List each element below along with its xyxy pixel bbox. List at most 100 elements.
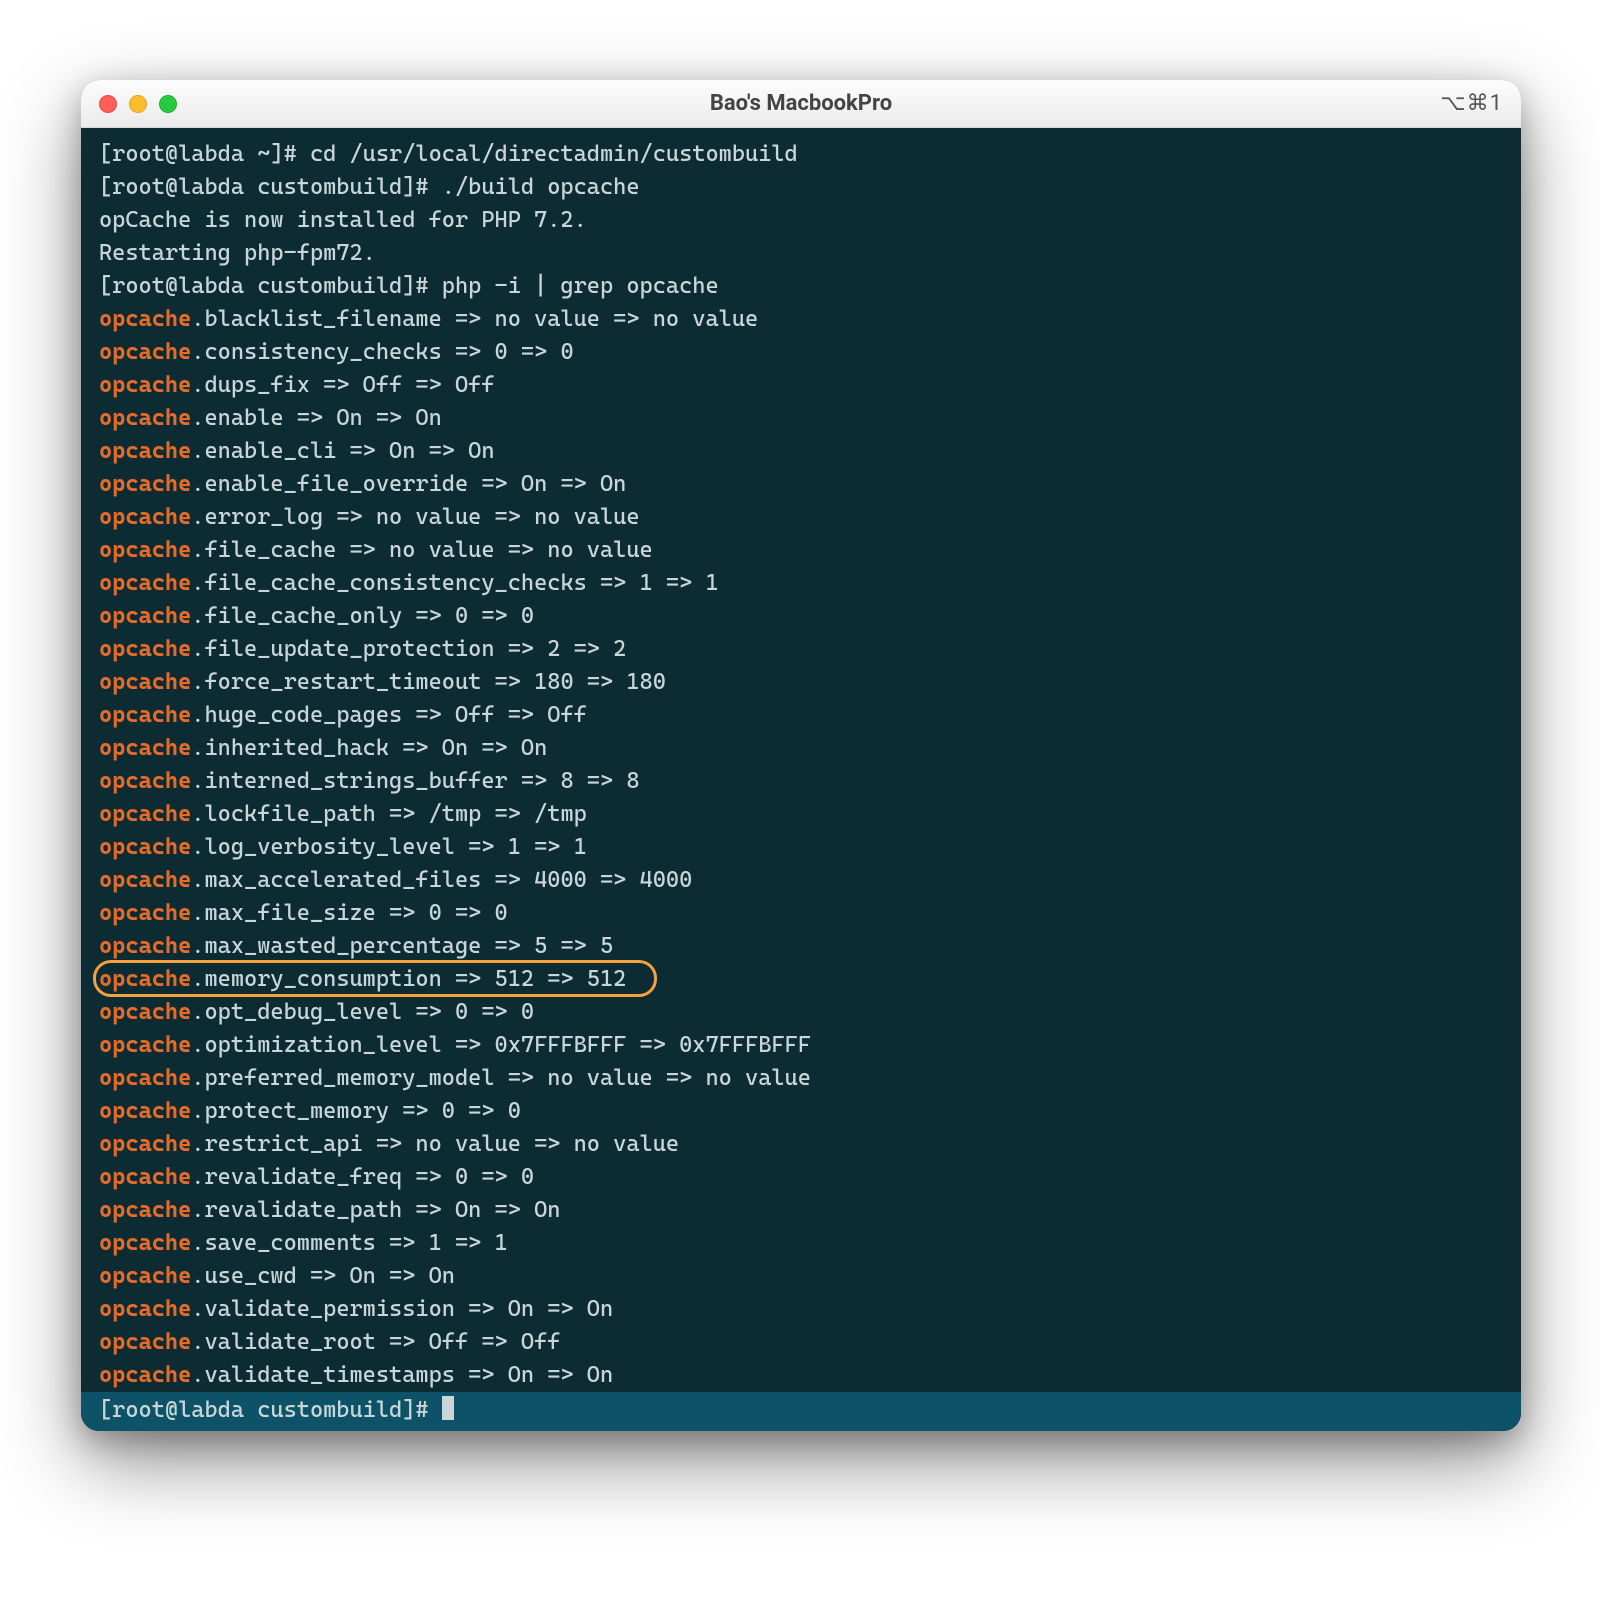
opcache-key: opcache xyxy=(99,933,191,959)
opcache-setting-line: opcache.restrict_api => no value => no v… xyxy=(99,1128,1503,1161)
opcache-value: .max_file_size => 0 => 0 xyxy=(191,900,507,926)
opcache-setting-line: opcache.interned_strings_buffer => 8 => … xyxy=(99,765,1503,798)
opcache-value: .error_log => no value => no value xyxy=(191,504,639,530)
opcache-key: opcache xyxy=(99,1098,191,1124)
opcache-setting-line: opcache.validate_timestamps => On => On xyxy=(99,1359,1503,1392)
opcache-value: .enable => On => On xyxy=(191,405,442,431)
opcache-key: opcache xyxy=(99,471,191,497)
opcache-setting-line: opcache.enable_file_override => On => On xyxy=(99,468,1503,501)
opcache-value: .file_update_protection => 2 => 2 xyxy=(191,636,626,662)
opcache-setting-line: opcache.validate_root => Off => Off xyxy=(99,1326,1503,1359)
opcache-key: opcache xyxy=(99,801,191,827)
opcache-key: opcache xyxy=(99,372,191,398)
active-prompt[interactable]: [root@labda custombuild]# xyxy=(81,1392,1521,1431)
prompt-text: [root@labda custombuild]# xyxy=(99,1397,442,1423)
opcache-key: opcache xyxy=(99,339,191,365)
terminal-line: opCache is now installed for PHP 7.2. xyxy=(99,204,1503,237)
opcache-value: .validate_permission => On => On xyxy=(191,1296,613,1322)
opcache-key: opcache xyxy=(99,405,191,431)
opcache-setting-line: opcache.enable => On => On xyxy=(99,402,1503,435)
opcache-key: opcache xyxy=(99,537,191,563)
opcache-value: .validate_timestamps => On => On xyxy=(191,1362,613,1388)
minimize-icon[interactable] xyxy=(129,95,147,113)
opcache-key: opcache xyxy=(99,834,191,860)
opcache-key: opcache xyxy=(99,1164,191,1190)
cursor-icon xyxy=(442,1396,454,1420)
opcache-setting-line: opcache.memory_consumption => 512 => 512 xyxy=(99,963,1503,996)
terminal-line: [root@labda custombuild]# ./build opcach… xyxy=(99,171,1503,204)
opcache-setting-line: opcache.save_comments => 1 => 1 xyxy=(99,1227,1503,1260)
opcache-setting-line: opcache.consistency_checks => 0 => 0 xyxy=(99,336,1503,369)
opcache-value: .restrict_api => no value => no value xyxy=(191,1131,679,1157)
opcache-setting-line: opcache.max_accelerated_files => 4000 =>… xyxy=(99,864,1503,897)
opcache-key: opcache xyxy=(99,768,191,794)
close-icon[interactable] xyxy=(99,95,117,113)
opcache-value: .huge_code_pages => Off => Off xyxy=(191,702,587,728)
opcache-key: opcache xyxy=(99,1032,191,1058)
terminal-body[interactable]: [root@labda ~]# cd /usr/local/directadmi… xyxy=(81,128,1521,1431)
opcache-value: .preferred_memory_model => no value => n… xyxy=(191,1065,811,1091)
opcache-value: .file_cache_only => 0 => 0 xyxy=(191,603,534,629)
opcache-setting-line: opcache.file_cache_consistency_checks =>… xyxy=(99,567,1503,600)
opcache-key: opcache xyxy=(99,1296,191,1322)
opcache-value: .enable_cli => On => On xyxy=(191,438,494,464)
shortcut-label: ⌥⌘1 xyxy=(1440,91,1503,116)
opcache-value: .file_cache_consistency_checks => 1 => 1 xyxy=(191,570,718,596)
opcache-setting-line: opcache.huge_code_pages => Off => Off xyxy=(99,699,1503,732)
opcache-key: opcache xyxy=(99,1131,191,1157)
opcache-value: .memory_consumption => 512 => 512 xyxy=(191,966,626,992)
opcache-key: opcache xyxy=(99,735,191,761)
terminal-window: Bao's MacbookPro ⌥⌘1 [root@labda ~]# cd … xyxy=(81,80,1521,1431)
opcache-key: opcache xyxy=(99,1197,191,1223)
opcache-setting-line: opcache.file_cache_only => 0 => 0 xyxy=(99,600,1503,633)
traffic-lights xyxy=(99,95,177,113)
opcache-value: .revalidate_path => On => On xyxy=(191,1197,560,1223)
opcache-value: .log_verbosity_level => 1 => 1 xyxy=(191,834,587,860)
window-title: Bao's MacbookPro xyxy=(81,91,1521,116)
opcache-setting-line: opcache.lockfile_path => /tmp => /tmp xyxy=(99,798,1503,831)
opcache-setting-line: opcache.validate_permission => On => On xyxy=(99,1293,1503,1326)
opcache-setting-line: opcache.protect_memory => 0 => 0 xyxy=(99,1095,1503,1128)
terminal-line: [root@labda custombuild]# php -i | grep … xyxy=(99,270,1503,303)
opcache-setting-line: opcache.dups_fix => Off => Off xyxy=(99,369,1503,402)
opcache-key: opcache xyxy=(99,504,191,530)
opcache-value: .revalidate_freq => 0 => 0 xyxy=(191,1164,534,1190)
opcache-setting-line: opcache.opt_debug_level => 0 => 0 xyxy=(99,996,1503,1029)
opcache-key: opcache xyxy=(99,570,191,596)
opcache-setting-line: opcache.revalidate_freq => 0 => 0 xyxy=(99,1161,1503,1194)
opcache-key: opcache xyxy=(99,999,191,1025)
opcache-setting-line: opcache.file_update_protection => 2 => 2 xyxy=(99,633,1503,666)
opcache-value: .inherited_hack => On => On xyxy=(191,735,547,761)
opcache-key: opcache xyxy=(99,1230,191,1256)
opcache-key: opcache xyxy=(99,636,191,662)
opcache-value: .protect_memory => 0 => 0 xyxy=(191,1098,521,1124)
opcache-setting-line: opcache.preferred_memory_model => no val… xyxy=(99,1062,1503,1095)
opcache-setting-line: opcache.max_wasted_percentage => 5 => 5 xyxy=(99,930,1503,963)
opcache-setting-line: opcache.inherited_hack => On => On xyxy=(99,732,1503,765)
opcache-value: .force_restart_timeout => 180 => 180 xyxy=(191,669,666,695)
opcache-key: opcache xyxy=(99,669,191,695)
opcache-key: opcache xyxy=(99,1263,191,1289)
opcache-key: opcache xyxy=(99,966,191,992)
opcache-key: opcache xyxy=(99,1065,191,1091)
opcache-setting-line: opcache.error_log => no value => no valu… xyxy=(99,501,1503,534)
zoom-icon[interactable] xyxy=(159,95,177,113)
opcache-value: .opt_debug_level => 0 => 0 xyxy=(191,999,534,1025)
opcache-value: .validate_root => Off => Off xyxy=(191,1329,560,1355)
opcache-key: opcache xyxy=(99,702,191,728)
opcache-value: .consistency_checks => 0 => 0 xyxy=(191,339,573,365)
opcache-key: opcache xyxy=(99,1362,191,1388)
opcache-setting-line: opcache.force_restart_timeout => 180 => … xyxy=(99,666,1503,699)
opcache-value: .dups_fix => Off => Off xyxy=(191,372,494,398)
opcache-setting-line: opcache.max_file_size => 0 => 0 xyxy=(99,897,1503,930)
opcache-setting-line: opcache.blacklist_filename => no value =… xyxy=(99,303,1503,336)
opcache-setting-line: opcache.optimization_level => 0x7FFFBFFF… xyxy=(99,1029,1503,1062)
opcache-value: .blacklist_filename => no value => no va… xyxy=(191,306,758,332)
terminal-line: Restarting php-fpm72. xyxy=(99,237,1503,270)
opcache-setting-line: opcache.use_cwd => On => On xyxy=(99,1260,1503,1293)
opcache-setting-line: opcache.revalidate_path => On => On xyxy=(99,1194,1503,1227)
opcache-value: .save_comments => 1 => 1 xyxy=(191,1230,507,1256)
opcache-key: opcache xyxy=(99,900,191,926)
opcache-setting-line: opcache.log_verbosity_level => 1 => 1 xyxy=(99,831,1503,864)
opcache-value: .optimization_level => 0x7FFFBFFF => 0x7… xyxy=(191,1032,811,1058)
